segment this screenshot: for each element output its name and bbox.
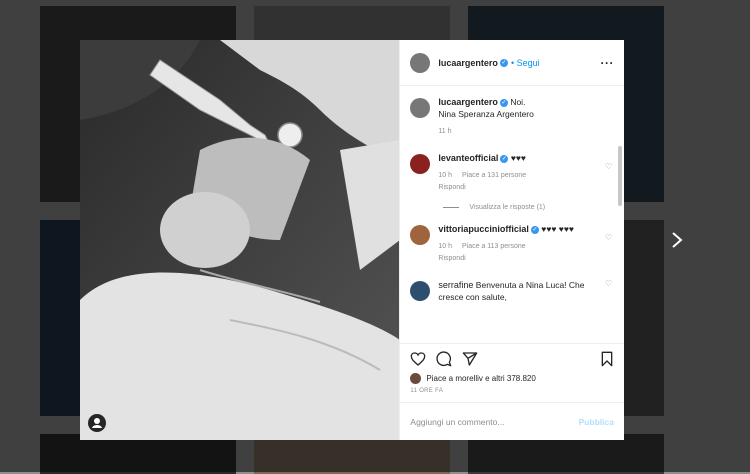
comment-heart-icon[interactable]: ♡ bbox=[605, 162, 614, 194]
publish-button[interactable]: Pubblica bbox=[579, 417, 614, 427]
bookmark-icon[interactable] bbox=[600, 351, 614, 367]
verified-icon: ✓ bbox=[499, 98, 508, 107]
comment-heart-icon[interactable]: ♡ bbox=[605, 233, 614, 265]
comment-likes[interactable]: Piace a 131 persone bbox=[462, 172, 526, 179]
comment-username[interactable]: levanteofficial bbox=[438, 153, 498, 163]
verified-icon: ✓ bbox=[499, 58, 508, 67]
comment-heart-icon[interactable]: ♡ bbox=[605, 279, 614, 303]
add-comment-bar: Aggiungi un commento... Pubblica bbox=[400, 402, 624, 440]
comment-item: vittoriapucciniofficial ✓ ♥♥♥ ♥♥♥ 10 h Pi… bbox=[410, 223, 614, 265]
comment-time: 10 h bbox=[438, 243, 453, 250]
liker-avatar bbox=[410, 373, 422, 384]
user-tag-icon[interactable] bbox=[88, 414, 106, 432]
comment-item: levanteofficial ✓ ♥♥♥ 10 h Piace a 131 pe… bbox=[410, 152, 614, 194]
heart-icon[interactable] bbox=[410, 351, 426, 367]
commenter-avatar[interactable] bbox=[410, 225, 431, 245]
comment-username[interactable]: serrafine bbox=[438, 280, 473, 290]
view-replies-button[interactable]: Visualizza le risposte (1) bbox=[443, 204, 614, 211]
commenter-avatar[interactable] bbox=[410, 281, 431, 301]
post-modal: lucaargentero ✓ • Segui ··· lucaargenter… bbox=[80, 40, 624, 440]
caption-time: 11 h bbox=[438, 128, 452, 135]
comment-username[interactable]: vittoriapucciniofficial bbox=[438, 224, 529, 234]
follow-label: Segui bbox=[516, 57, 540, 68]
post-photo[interactable] bbox=[80, 40, 400, 440]
post-header: lucaargentero ✓ • Segui ··· bbox=[400, 40, 624, 86]
verified-icon: ✓ bbox=[530, 225, 539, 234]
scrollbar[interactable] bbox=[618, 146, 622, 206]
comment-item: serrafine Benvenuta a Nina Luca! Che cre… bbox=[410, 279, 614, 303]
post-actions bbox=[400, 343, 624, 373]
comment-likes[interactable]: Piace a 113 persone bbox=[462, 243, 526, 250]
add-comment-input[interactable]: Aggiungi un commento... bbox=[410, 417, 578, 427]
verified-icon: ✓ bbox=[500, 154, 509, 163]
comment-time: 10 h bbox=[438, 172, 453, 179]
comment-text: ♥♥♥ bbox=[510, 153, 526, 163]
author-username[interactable]: lucaargentero bbox=[438, 58, 498, 68]
reply-button[interactable]: Rispondi bbox=[438, 184, 465, 191]
chevron-right-icon[interactable] bbox=[670, 230, 684, 250]
post-side-panel: lucaargentero ✓ • Segui ··· lucaargenter… bbox=[399, 40, 624, 440]
author-avatar[interactable] bbox=[410, 52, 431, 73]
paper-plane-icon[interactable] bbox=[462, 351, 478, 367]
photo-image bbox=[80, 40, 400, 440]
commenter-avatar[interactable] bbox=[410, 154, 431, 174]
caption-item: lucaargentero ✓ Noi. Nina Speranza Argent… bbox=[410, 96, 614, 138]
more-options-icon[interactable]: ··· bbox=[601, 56, 615, 70]
post-time: 11 ORE FA bbox=[410, 388, 444, 394]
comment-text: ♥♥♥ ♥♥♥ bbox=[541, 224, 574, 234]
caption-username[interactable]: lucaargentero bbox=[438, 97, 498, 107]
author-avatar[interactable] bbox=[410, 98, 431, 118]
reply-button[interactable]: Rispondi bbox=[438, 255, 465, 262]
likes-text: Piace a morelliv e altri 378.820 bbox=[426, 374, 536, 383]
view-replies-label: Visualizza le risposte (1) bbox=[469, 204, 546, 211]
likes-summary[interactable]: Piace a morelliv e altri 378.820 bbox=[400, 373, 624, 384]
comment-icon[interactable] bbox=[436, 350, 452, 367]
follow-button[interactable]: • Segui bbox=[511, 58, 540, 68]
comments-list[interactable]: lucaargentero ✓ Noi. Nina Speranza Argent… bbox=[400, 86, 624, 343]
